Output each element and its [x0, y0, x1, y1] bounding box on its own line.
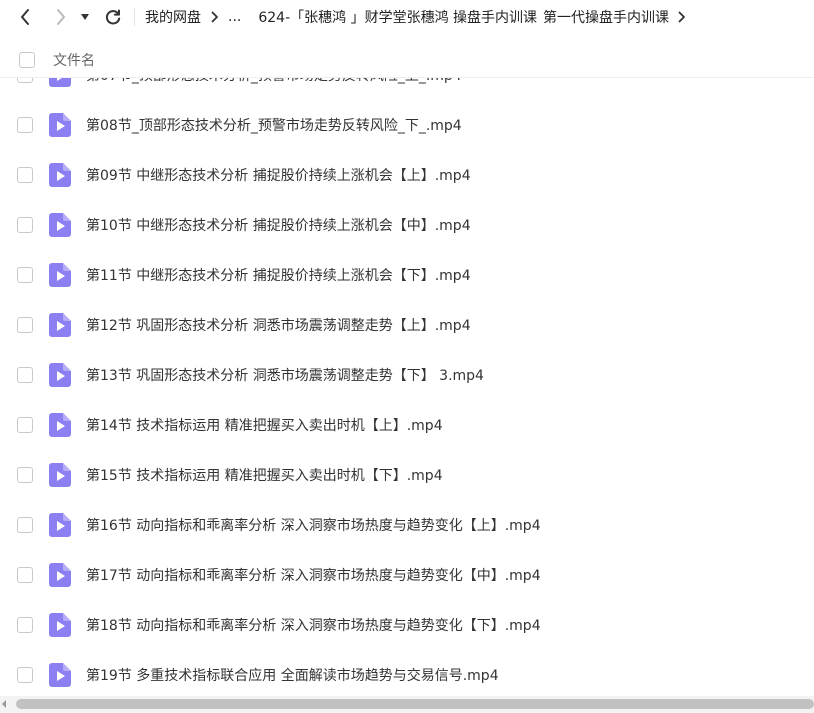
row-checkbox[interactable]: [17, 217, 33, 233]
breadcrumb-ellipsis[interactable]: ...: [228, 9, 241, 25]
row-checkbox[interactable]: [17, 117, 33, 133]
file-name[interactable]: 第17节 动向指标和乖离率分析 深入洞察市场热度与趋势变化【中】.mp4: [86, 565, 541, 585]
row-checkbox[interactable]: [17, 567, 33, 583]
file-row[interactable]: 第19节 多重技术指标联合应用 全面解读市场趋势与交易信号.mp4: [0, 650, 814, 692]
column-header-filename[interactable]: 文件名: [53, 50, 95, 70]
file-row[interactable]: 第16节 动向指标和乖离率分析 深入洞察市场热度与趋势变化【上】.mp4: [0, 500, 814, 550]
video-file-icon: [49, 563, 71, 587]
breadcrumb-folder-1[interactable]: 624-「张穗鸿 」财学堂张穗鸿 操盘手内训课: [258, 7, 537, 27]
video-file-icon: [49, 213, 71, 237]
breadcrumb-folder-2[interactable]: 第一代操盘手内训课: [543, 7, 669, 27]
file-row[interactable]: 第11节 中继形态技术分析 捕捉股价持续上涨机会【下】.mp4: [0, 250, 814, 300]
breadcrumb: 我的网盘 ... 624-「张穗鸿 」财学堂张穗鸿 操盘手内训课 第一代操盘手内…: [145, 7, 695, 27]
video-file-icon: [49, 363, 71, 387]
toolbar-divider: [134, 8, 135, 26]
horizontal-scrollbar[interactable]: [0, 696, 814, 713]
file-name[interactable]: 第16节 动向指标和乖离率分析 深入洞察市场热度与趋势变化【上】.mp4: [86, 515, 541, 535]
file-name[interactable]: 第15节 技术指标运用 精准把握买入卖出时机【下】.mp4: [86, 465, 443, 485]
list-header: 文件名: [0, 42, 814, 78]
file-name[interactable]: 第19节 多重技术指标联合应用 全面解读市场趋势与交易信号.mp4: [86, 665, 499, 685]
video-file-icon: [49, 663, 71, 687]
file-row[interactable]: 第07节_顶部形态技术分析_预警市场走势反转风险_上_.mp4: [0, 78, 814, 100]
back-button[interactable]: [10, 2, 40, 32]
video-file-icon: [49, 463, 71, 487]
row-checkbox[interactable]: [17, 617, 33, 633]
file-name[interactable]: 第08节_顶部形态技术分析_预警市场走势反转风险_下_.mp4: [86, 115, 462, 135]
file-row[interactable]: 第08节_顶部形态技术分析_预警市场走势反转风险_下_.mp4: [0, 100, 814, 150]
forward-button[interactable]: [46, 2, 76, 32]
video-file-icon: [49, 613, 71, 637]
file-row[interactable]: 第18节 动向指标和乖离率分析 深入洞察市场热度与趋势变化【下】.mp4: [0, 600, 814, 650]
row-checkbox[interactable]: [17, 167, 33, 183]
refresh-icon: [105, 9, 121, 25]
file-name[interactable]: 第07节_顶部形态技术分析_预警市场走势反转风险_上_.mp4: [86, 78, 462, 85]
file-row[interactable]: 第09节 中继形态技术分析 捕捉股价持续上涨机会【上】.mp4: [0, 150, 814, 200]
row-checkbox[interactable]: [17, 78, 33, 83]
file-row[interactable]: 第14节 技术指标运用 精准把握买入卖出时机【上】.mp4: [0, 400, 814, 450]
row-checkbox[interactable]: [17, 267, 33, 283]
file-name[interactable]: 第10节 中继形态技术分析 捕捉股价持续上涨机会【中】.mp4: [86, 215, 471, 235]
chevron-right-icon: [211, 11, 219, 23]
file-row[interactable]: 第15节 技术指标运用 精准把握买入卖出时机【下】.mp4: [0, 450, 814, 500]
file-row[interactable]: 第17节 动向指标和乖离率分析 深入洞察市场热度与趋势变化【中】.mp4: [0, 550, 814, 600]
file-name[interactable]: 第12节 巩固形态技术分析 洞悉市场震荡调整走势【上】.mp4: [86, 315, 471, 335]
chevron-right-icon: [57, 9, 65, 25]
row-checkbox[interactable]: [17, 367, 33, 383]
breadcrumb-root[interactable]: 我的网盘: [145, 7, 201, 27]
scroll-left-arrow-icon[interactable]: [2, 700, 6, 708]
file-name[interactable]: 第09节 中继形态技术分析 捕捉股价持续上涨机会【上】.mp4: [86, 165, 471, 185]
file-row[interactable]: 第13节 巩固形态技术分析 洞悉市场震荡调整走势【下】 3.mp4: [0, 350, 814, 400]
video-file-icon: [49, 263, 71, 287]
chevron-right-icon: [678, 11, 686, 23]
row-checkbox[interactable]: [17, 667, 33, 683]
select-all-checkbox[interactable]: [19, 51, 35, 68]
file-name[interactable]: 第18节 动向指标和乖离率分析 深入洞察市场热度与趋势变化【下】.mp4: [86, 615, 541, 635]
video-file-icon: [49, 163, 71, 187]
video-file-icon: [49, 513, 71, 537]
video-file-icon: [49, 113, 71, 137]
file-row[interactable]: 第12节 巩固形态技术分析 洞悉市场震荡调整走势【上】.mp4: [0, 300, 814, 350]
file-name[interactable]: 第13节 巩固形态技术分析 洞悉市场震荡调整走势【下】 3.mp4: [86, 365, 484, 385]
row-checkbox[interactable]: [17, 317, 33, 333]
video-file-icon: [49, 313, 71, 337]
file-row[interactable]: 第10节 中继形态技术分析 捕捉股价持续上涨机会【中】.mp4: [0, 200, 814, 250]
file-name[interactable]: 第11节 中继形态技术分析 捕捉股价持续上涨机会【下】.mp4: [86, 265, 471, 285]
history-dropdown-button[interactable]: [76, 2, 94, 32]
row-checkbox[interactable]: [17, 467, 33, 483]
file-name[interactable]: 第14节 技术指标运用 精准把握买入卖出时机【上】.mp4: [86, 415, 443, 435]
scrollbar-thumb[interactable]: [16, 699, 814, 709]
refresh-button[interactable]: [98, 2, 128, 32]
video-file-icon: [49, 78, 71, 87]
row-checkbox[interactable]: [17, 517, 33, 533]
caret-down-icon: [81, 14, 89, 20]
toolbar: 我的网盘 ... 624-「张穗鸿 」财学堂张穗鸿 操盘手内训课 第一代操盘手内…: [0, 0, 814, 34]
row-checkbox[interactable]: [17, 417, 33, 433]
file-list: 第07节_顶部形态技术分析_预警市场走势反转风险_上_.mp4 第08节_顶部形态…: [0, 78, 814, 692]
chevron-left-icon: [21, 9, 29, 25]
video-file-icon: [49, 413, 71, 437]
